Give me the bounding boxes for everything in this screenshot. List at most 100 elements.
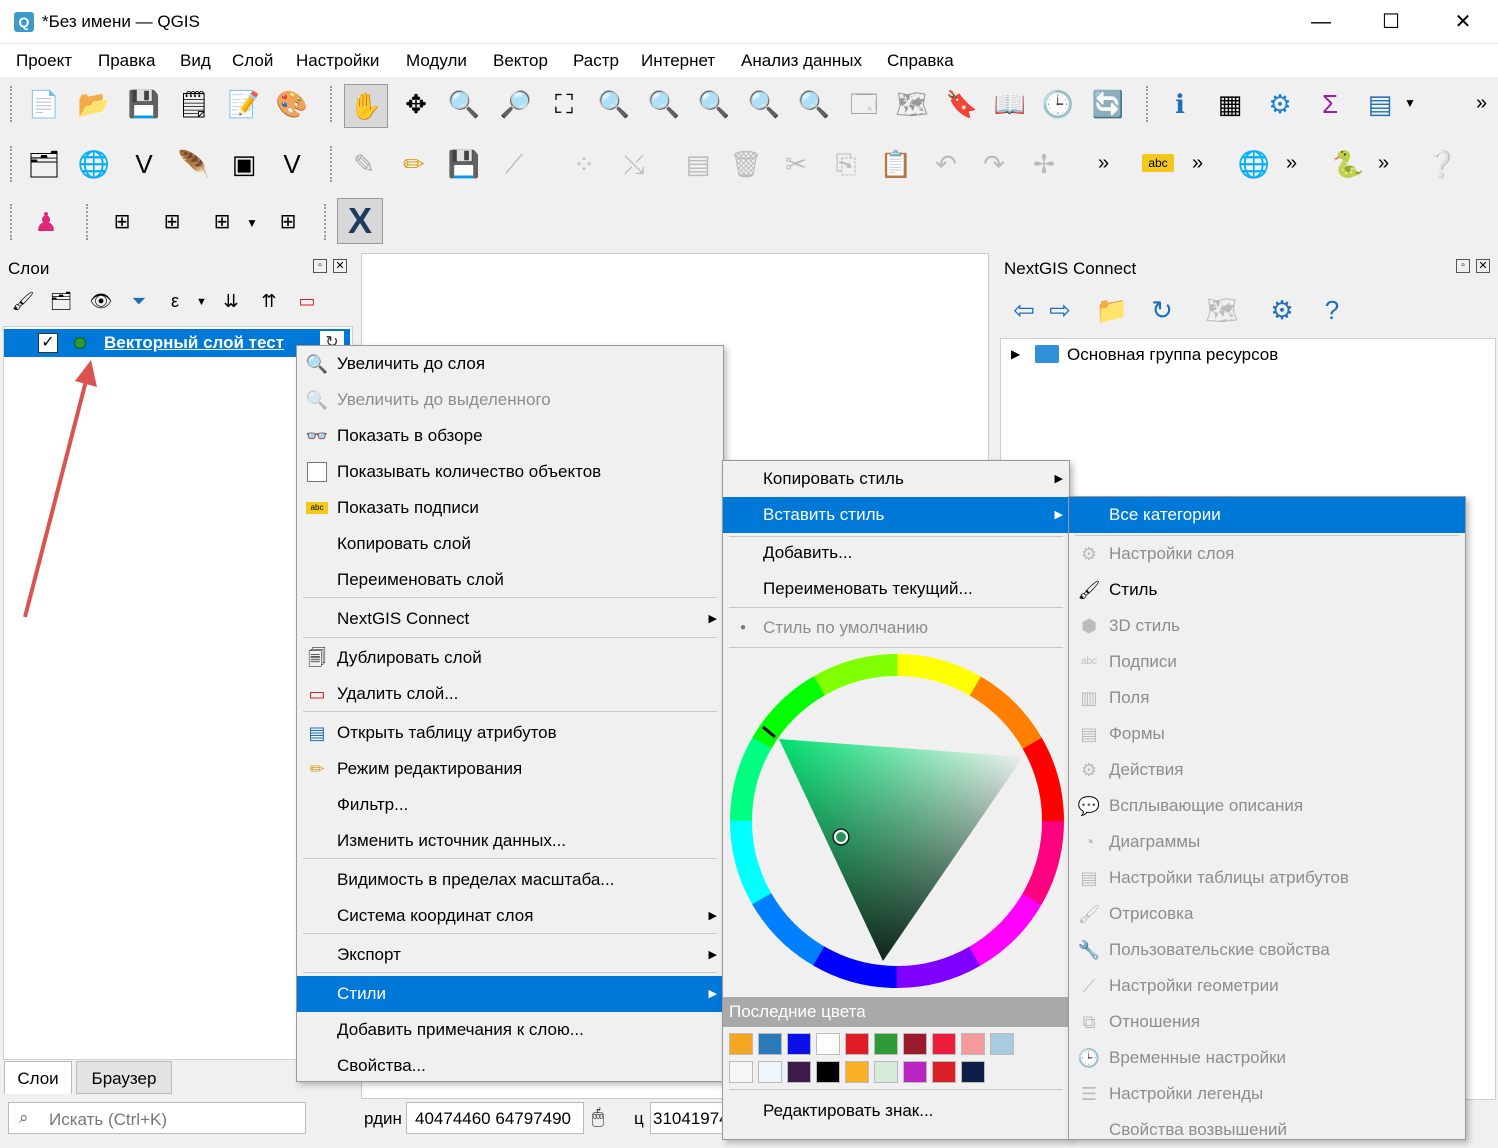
menu-zoom-to-selection[interactable]: 🔍 Увеличить до выделенного [297, 382, 723, 418]
new-map-view-icon[interactable]: 🗔 [846, 86, 882, 122]
add-raster-layer-icon[interactable]: 🪶 [176, 146, 212, 182]
recent-color-swatch[interactable] [903, 1061, 927, 1083]
chevron-right-icon[interactable]: ▶ [1011, 347, 1020, 361]
minimize-button[interactable]: — [1286, 0, 1356, 44]
recent-color-swatch[interactable] [990, 1033, 1014, 1055]
copy-features-icon[interactable]: ⎘ [828, 146, 864, 182]
toolbar-grip[interactable] [86, 204, 91, 240]
save-project-icon[interactable]: 💾 [126, 86, 162, 122]
toolbar-grip[interactable] [10, 86, 15, 122]
toolbar-grip[interactable] [10, 204, 15, 240]
menu-project[interactable]: Проект [16, 51, 72, 71]
new-3d-view-icon[interactable]: 🗺 [894, 86, 930, 122]
vertex-tool-icon[interactable]: ⤯ [616, 146, 652, 182]
menu-change-data-source[interactable]: Изменить источник данных... [297, 823, 723, 859]
pan-hand-icon[interactable]: ✋ [344, 84, 388, 128]
help-contents-icon[interactable]: ❔ [1424, 146, 1460, 182]
menu-symbology[interactable]: 🖌 Стиль [1069, 572, 1465, 608]
recent-color-swatch[interactable] [903, 1033, 927, 1055]
menu-all-categories[interactable]: Все категории [1069, 497, 1465, 533]
open-styling-panel-icon[interactable]: 🖌 [8, 286, 38, 316]
menu-map-tips[interactable]: 💬 Всплывающие описания [1069, 788, 1465, 824]
zoom-native-icon[interactable]: 🔍 [696, 86, 732, 122]
zoom-next-icon[interactable]: 🔍 [796, 86, 832, 122]
redo-icon[interactable]: ↷ [976, 146, 1012, 182]
zoom-last-icon[interactable]: 🔍 [746, 86, 782, 122]
identify-features-icon[interactable]: ℹ [1162, 86, 1198, 122]
menu-raster[interactable]: Растр [573, 51, 619, 71]
layer-visibility-checkbox[interactable]: ✓ [38, 333, 58, 353]
zoom-out-icon[interactable]: 🔎 [498, 86, 534, 122]
toolbar-overflow-icon[interactable]: » [1476, 92, 1487, 115]
add-group-icon[interactable]: 🗂 [46, 286, 76, 316]
search-layer-icon[interactable]: ⊞ [270, 204, 306, 240]
paste-features-icon[interactable]: 📋 [878, 146, 914, 182]
recent-color-swatch[interactable] [729, 1033, 753, 1055]
add-virtual-layer-icon[interactable]: V [274, 146, 310, 182]
menu-3d-symbology[interactable]: ⬢ 3D стиль [1069, 608, 1465, 644]
statistics-sigma-icon[interactable]: Σ [1312, 86, 1348, 122]
chevron-down-icon[interactable]: ▼ [246, 216, 258, 230]
menu-fields[interactable]: ▥ Поля [1069, 680, 1465, 716]
menu-layer-crs[interactable]: Система координат слоя ▶ [297, 898, 723, 934]
menu-duplicate-layer[interactable]: 🗐 Дублировать слой [297, 640, 723, 676]
menu-vector[interactable]: Вектор [493, 51, 548, 71]
pan-to-selection-icon[interactable]: ✥ [398, 86, 434, 122]
refresh-icon[interactable]: ↻ [1144, 292, 1180, 328]
menu-custom-properties[interactable]: 🔧 Пользовательские свойства [1069, 932, 1465, 968]
digitize-point-icon[interactable]: ⁘ [566, 146, 602, 182]
recent-color-swatch[interactable] [758, 1033, 782, 1055]
menu-diagrams[interactable]: ◔ Диаграммы [1069, 824, 1465, 860]
tab-layers[interactable]: Слои [4, 1061, 72, 1094]
python-console-icon[interactable]: 🐍 [1330, 146, 1366, 182]
refresh-icon[interactable]: 🔄 [1090, 86, 1126, 122]
nextgis-x-icon[interactable]: X [337, 198, 383, 244]
mouse-extent-icon[interactable]: 🖱 [592, 1106, 604, 1129]
show-bookmarks-icon[interactable]: 📖 [992, 86, 1028, 122]
new-project-icon[interactable]: 📄 [26, 86, 62, 122]
search-input[interactable]: Искать (Ctrl+K) [49, 1110, 167, 1130]
menu-processing[interactable]: Анализ данных [741, 51, 862, 71]
recent-color-swatch[interactable] [932, 1061, 956, 1083]
new-group-folder-icon[interactable]: 📁 [1094, 292, 1130, 328]
recent-color-swatch[interactable] [845, 1061, 869, 1083]
temporal-controller-icon[interactable]: 🕒 [1040, 86, 1076, 122]
scale-field[interactable]: 31041974 [650, 1102, 730, 1134]
menu-settings[interactable]: Настройки [296, 51, 379, 71]
menu-temporal[interactable]: 🕒 Временные настройки [1069, 1040, 1465, 1076]
manage-visibility-eye-icon[interactable]: 👁 [86, 286, 116, 316]
toolbar-overflow-icon[interactable]: » [1098, 152, 1109, 175]
help-icon[interactable]: ? [1314, 292, 1350, 328]
menu-filter[interactable]: Фильтр... [297, 787, 723, 823]
close-panel-icon[interactable]: ✕ [333, 259, 347, 273]
menu-export[interactable]: Экспорт ▶ [297, 937, 723, 973]
zoom-full-icon[interactable]: ⛶ [546, 86, 582, 122]
ngc-root-group[interactable]: Основная группа ресурсов [1067, 345, 1278, 365]
menu-legend[interactable]: ☰ Настройки легенды [1069, 1076, 1465, 1112]
layer-name[interactable]: Векторный слой тест [104, 333, 284, 353]
digitize-shape-icon[interactable]: ✢ [1026, 146, 1062, 182]
open-map-icon[interactable]: 🗺 [1204, 292, 1240, 328]
expand-all-icon[interactable]: ⇊ [216, 286, 246, 316]
menu-styles[interactable]: Стили ▶ [297, 976, 723, 1012]
add-point-layer-icon[interactable]: ⊞ [104, 204, 140, 240]
settings-gear-icon[interactable]: ⚙ [1264, 292, 1300, 328]
menu-show-labels[interactable]: abc Показать подписи [297, 490, 723, 526]
menu-nextgis-connect[interactable]: NextGIS Connect ▶ [297, 601, 723, 637]
user-profile-icon[interactable]: ♟ [28, 204, 64, 240]
toolbar-grip[interactable] [330, 146, 335, 182]
menu-scale-visibility[interactable]: Видимость в пределах масштаба... [297, 862, 723, 898]
recent-color-swatch[interactable] [961, 1061, 985, 1083]
menu-show-feature-count[interactable]: Показывать количество объектов [297, 454, 723, 490]
menu-show-in-overview[interactable]: 👓 Показать в обзоре [297, 418, 723, 454]
toolbar-grip[interactable] [10, 146, 15, 182]
menu-help[interactable]: Справка [887, 51, 954, 71]
color-wheel[interactable] [727, 651, 1067, 991]
recent-color-swatch[interactable] [874, 1033, 898, 1055]
new-print-layout-icon[interactable]: 🗒 [176, 86, 212, 122]
menu-paste-style[interactable]: Вставить стиль ▶ [723, 497, 1069, 533]
toolbar-grip[interactable] [1146, 86, 1151, 122]
menu-remove-layer[interactable]: ▭ Удалить слой... [297, 676, 723, 712]
menu-copy-style[interactable]: Копировать стиль ▶ [723, 461, 1069, 497]
recent-color-swatch[interactable] [758, 1061, 782, 1083]
